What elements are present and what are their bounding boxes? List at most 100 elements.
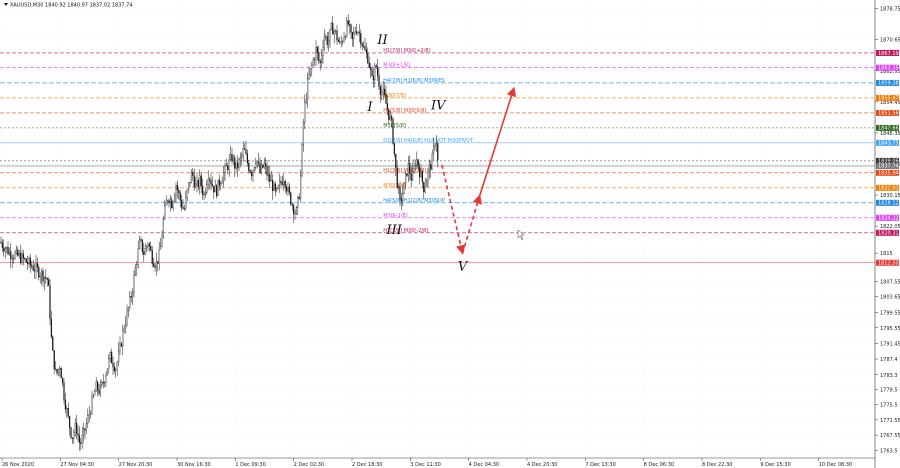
candle-body [302, 122, 305, 145]
candle-body [319, 60, 321, 64]
candle-body [62, 377, 64, 383]
candle-body [29, 258, 32, 266]
candle-body [134, 267, 136, 276]
candle-body [98, 390, 100, 394]
candle-body [239, 157, 241, 160]
candle-body [71, 437, 73, 439]
candle-body [381, 91, 383, 96]
candle-body [271, 179, 274, 191]
candle-body [179, 192, 181, 201]
candle-body [84, 428, 86, 431]
candle-body [175, 185, 177, 196]
candle-body [420, 171, 422, 178]
price-tick-label: 1803.65 [880, 295, 900, 301]
candle-body [217, 179, 219, 197]
candle-body [211, 184, 213, 187]
candle-body [14, 252, 16, 259]
candle-body [126, 310, 128, 325]
level-label: M30[7/8] [383, 93, 406, 99]
price-chart[interactable]: H1[7/8] M30[+2/8] M30[+1/8] H4[7/8] H1[6/8… [0, 0, 900, 468]
time-tick-label: 8 Dec 22:30 [702, 462, 732, 468]
candle-body [38, 267, 40, 278]
price-tag-label: 1828.12 [878, 201, 899, 207]
candle-body [392, 119, 394, 144]
price-tag-label: 1851.56 [878, 111, 899, 117]
candle-body [22, 253, 25, 259]
candle-body [78, 435, 80, 443]
wave-label: V [458, 259, 469, 274]
candle-body [131, 291, 134, 298]
candle-body [19, 253, 22, 263]
price-tag-label: 1863.35 [878, 66, 899, 72]
candle-body [354, 31, 356, 34]
candle-body [28, 258, 30, 265]
candle-body [203, 194, 205, 195]
candle-body [318, 52, 320, 61]
candle-body [435, 143, 438, 146]
candle-body [337, 39, 340, 42]
candle-body [292, 204, 295, 215]
candle-body [421, 171, 424, 183]
candle-body [313, 59, 316, 61]
time-tick-label: 27 Nov 20:30 [119, 462, 153, 468]
candle-body [287, 186, 289, 192]
candle-body [260, 164, 263, 173]
candle-body [208, 179, 211, 181]
candle-body [66, 408, 68, 410]
candle-body [173, 195, 176, 203]
candle-body [371, 69, 373, 77]
price-tag-label: 1855.47 [878, 96, 899, 102]
candle-body [201, 185, 204, 195]
candle-body [225, 165, 227, 167]
candle-body [15, 249, 17, 254]
candle-body [141, 239, 143, 252]
price-tick-label: 1846.35 [880, 131, 900, 137]
candle-body [210, 180, 212, 185]
candle-body [404, 173, 407, 183]
time-tick-label: 4 Dec 04:30 [469, 462, 499, 468]
candle-body [52, 336, 54, 351]
candle-body [325, 36, 327, 38]
candle-body [189, 182, 191, 184]
wave-label: I [366, 100, 373, 115]
candle-body [437, 143, 439, 161]
candle-body [382, 88, 384, 93]
time-tick-label: 26 Nov 2020 [2, 462, 34, 468]
candle-body [35, 263, 37, 272]
candle-body [1, 242, 4, 248]
candle-body [166, 200, 169, 203]
candle-body [378, 75, 380, 88]
candle-body [393, 143, 396, 155]
candle-body [97, 381, 99, 391]
candle-body [111, 352, 113, 364]
candle-body [168, 200, 170, 204]
candle-body [416, 159, 418, 166]
candle-body [102, 381, 104, 384]
candle-body [242, 148, 244, 156]
candle-body [399, 186, 401, 199]
candle-body [400, 198, 403, 202]
price-tick-label: 1830.15 [880, 193, 900, 199]
candle-body [76, 422, 78, 434]
candle-body [12, 258, 15, 260]
candle-body [6, 247, 8, 249]
candle-body [410, 173, 412, 181]
candle-body [246, 153, 248, 164]
candle-body [334, 30, 337, 32]
wave-label: II [376, 33, 388, 48]
price-tag-label: 1847.66 [878, 126, 899, 132]
candle-body [263, 163, 265, 168]
candle-body [87, 415, 89, 424]
candle-body [235, 162, 237, 169]
candle-body [115, 369, 117, 372]
candle-body [0, 241, 2, 244]
candle-body [56, 369, 58, 374]
candle-body [161, 236, 163, 247]
candle-body [396, 167, 398, 188]
candle-body [180, 200, 183, 208]
candle-body [193, 175, 195, 188]
candle-body [120, 343, 122, 347]
candle-body [67, 408, 69, 417]
price-tag-label: 1837.74 [878, 164, 899, 170]
candle-body [231, 154, 233, 162]
